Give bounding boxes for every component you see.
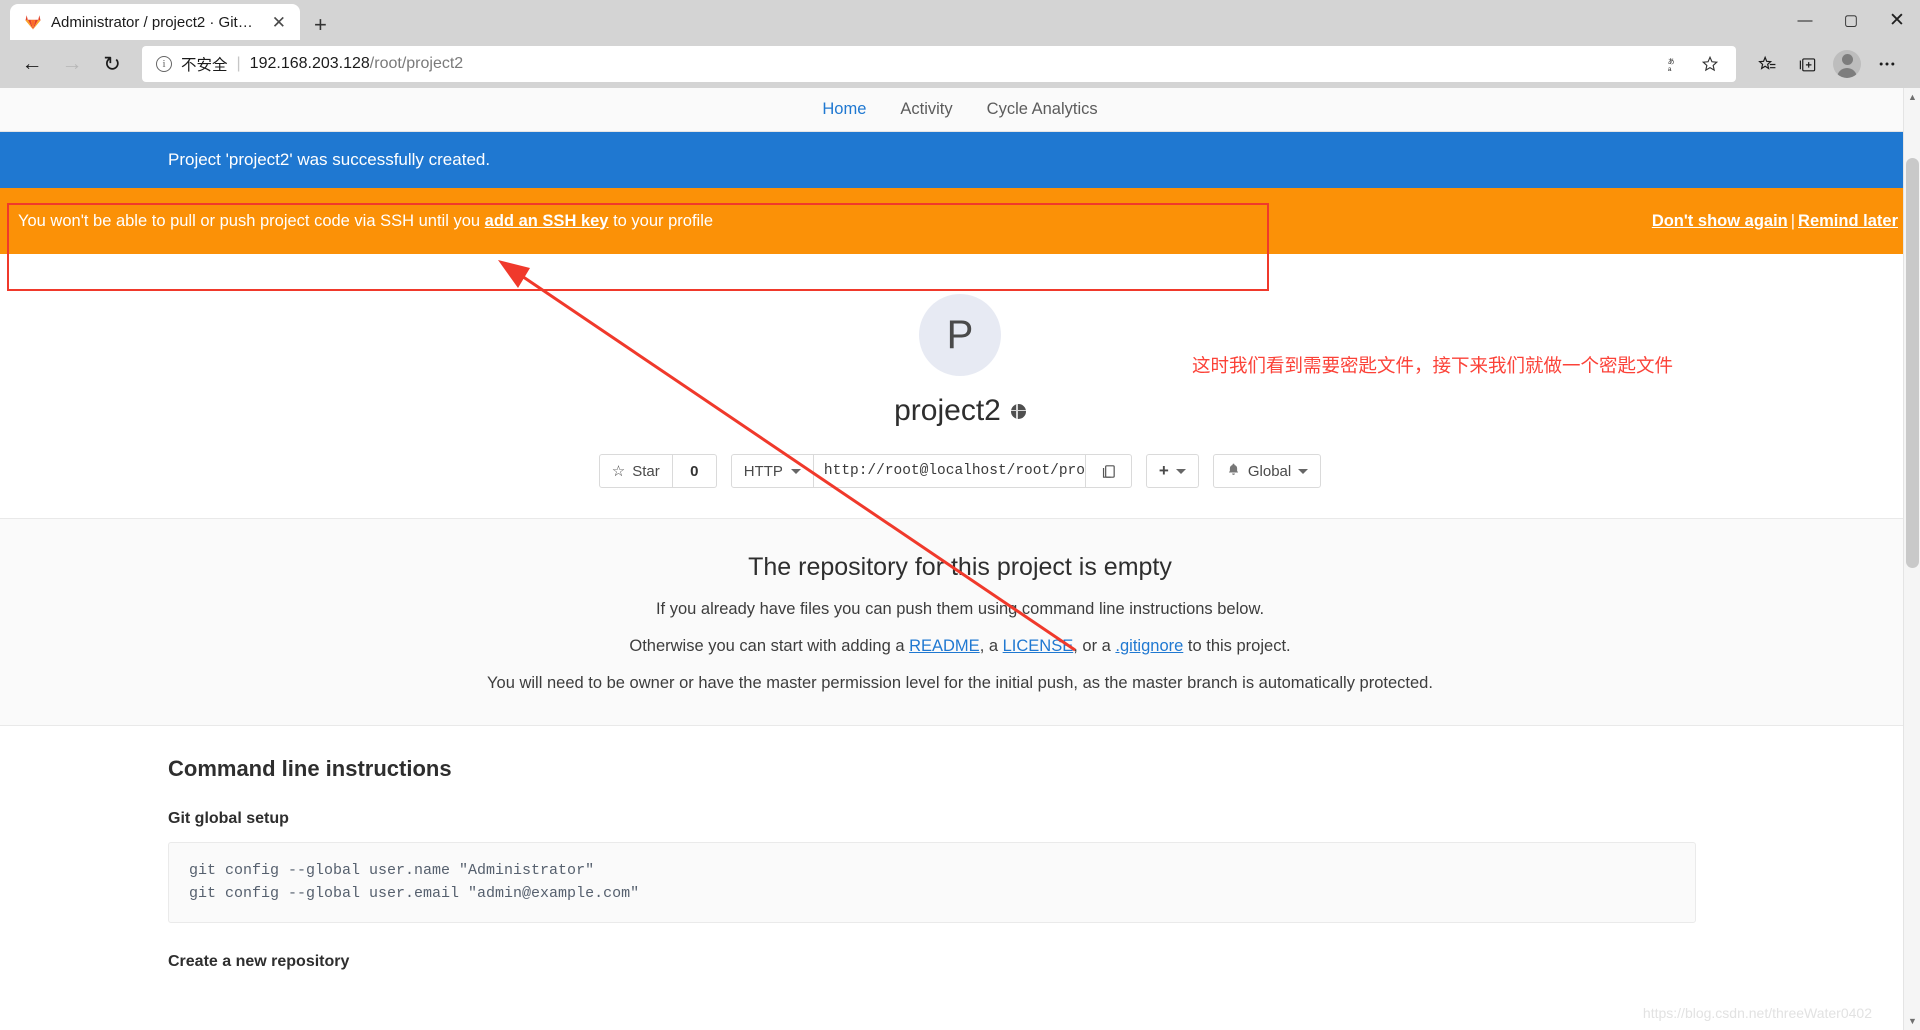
scroll-up-arrow-icon[interactable]: ▲ xyxy=(1904,88,1920,106)
svg-text:あ: あ xyxy=(1668,57,1675,65)
clone-url-group: HTTP http://root@localhost/root/proje xyxy=(730,454,1132,488)
line2-mid2: , or a xyxy=(1073,637,1116,655)
remind-later-link[interactable]: Remind later xyxy=(1798,212,1898,230)
ssh-banner-actions: Don't show again | Remind later xyxy=(1652,212,1898,231)
chevron-down-icon xyxy=(1298,468,1309,474)
browser-toolbar-right xyxy=(1748,46,1906,82)
back-icon[interactable]: ← xyxy=(14,46,50,82)
empty-repo-title: The repository for this project is empty xyxy=(748,553,1172,581)
readme-link[interactable]: README xyxy=(909,637,980,655)
star-button[interactable]: ☆ Star xyxy=(598,454,673,488)
project-header: P project2 xyxy=(0,254,1920,428)
reload-icon[interactable]: ↻ xyxy=(94,46,130,82)
command-line-instructions: Command line instructions Git global set… xyxy=(0,726,1920,971)
tab-close-icon[interactable]: ✕ xyxy=(268,12,290,33)
ssh-text-after: to your profile xyxy=(608,211,714,230)
project-avatar: P xyxy=(919,294,1001,376)
watermark: https://blog.csdn.net/threeWater0402 xyxy=(1642,1005,1872,1021)
browser-tab[interactable]: Administrator / project2 · GitLab ✕ xyxy=(10,4,300,40)
avatar xyxy=(1833,50,1861,78)
security-label: 不安全 xyxy=(181,57,228,74)
empty-repo-line3: You will need to be owner or have the ma… xyxy=(487,674,1433,692)
ellipsis-icon[interactable] xyxy=(1868,46,1906,82)
star-count: 0 xyxy=(672,454,717,488)
window-minimize-button[interactable]: — xyxy=(1782,0,1828,40)
dont-show-again-link[interactable]: Don't show again xyxy=(1652,212,1788,230)
window-controls: — ▢ ✕ xyxy=(1782,0,1920,40)
add-dropdown-button[interactable]: + xyxy=(1145,454,1199,488)
site-info-icon[interactable]: i xyxy=(156,56,172,72)
git-global-setup-code[interactable]: git config --global user.name "Administr… xyxy=(168,842,1696,923)
flash-success-banner: Project 'project2' was successfully crea… xyxy=(0,132,1920,188)
git-global-setup-title: Git global setup xyxy=(168,810,289,827)
project-nav: Home Activity Cycle Analytics xyxy=(0,88,1920,132)
project-avatar-initial: P xyxy=(946,312,974,357)
translate-icon[interactable]: あ a xyxy=(1660,48,1692,80)
tab-title: Administrator / project2 · GitLab xyxy=(51,13,259,31)
project-name: project2 xyxy=(894,394,1001,427)
ssh-actions-separator: | xyxy=(1790,211,1796,230)
project-toolbar: ☆ Star 0 HTTP http://root@localhost/root… xyxy=(0,454,1920,488)
gitignore-link[interactable]: .gitignore xyxy=(1115,637,1183,655)
star-label: Star xyxy=(632,462,660,480)
flash-success-text: Project 'project2' was successfully crea… xyxy=(168,150,491,169)
globe-icon xyxy=(1010,403,1026,419)
clone-url-input[interactable]: http://root@localhost/root/proje xyxy=(813,454,1086,488)
ssh-text-before: You won't be able to pull or push projec… xyxy=(18,211,485,230)
copy-url-button[interactable] xyxy=(1085,454,1132,488)
ssh-banner-message: You won't be able to pull or push projec… xyxy=(18,212,713,231)
cli-title: Command line instructions xyxy=(168,756,452,781)
clone-protocol-dropdown[interactable]: HTTP xyxy=(730,454,814,488)
chevron-down-icon xyxy=(1175,468,1186,474)
line2-suffix: to this project. xyxy=(1183,637,1291,655)
browser-chrome: Administrator / project2 · GitLab ✕ + — … xyxy=(0,0,1920,88)
gitlab-fox-icon xyxy=(24,13,42,31)
empty-repo-line2: Otherwise you can start with adding a RE… xyxy=(0,637,1920,656)
scroll-down-arrow-icon[interactable]: ▼ xyxy=(1904,1012,1920,1030)
add-ssh-key-link[interactable]: add an SSH key xyxy=(485,212,609,230)
nav-item-activity[interactable]: Activity xyxy=(900,100,952,119)
license-link[interactable]: LICENSE xyxy=(1003,637,1074,655)
url-host: 192.168.203.128 xyxy=(249,55,370,72)
address-bar[interactable]: i 不安全 | 192.168.203.128/root/project2 あ … xyxy=(142,46,1736,82)
ssh-key-banner: You won't be able to pull or push projec… xyxy=(0,188,1920,254)
gitlab-page: Home Activity Cycle Analytics Project 'p… xyxy=(0,88,1920,1030)
line2-prefix: Otherwise you can start with adding a xyxy=(629,637,910,655)
star-add-icon[interactable] xyxy=(1694,48,1726,80)
clone-protocol-label: HTTP xyxy=(743,462,783,480)
collections-icon[interactable] xyxy=(1788,46,1826,82)
star-icon: ☆ xyxy=(611,463,626,480)
plus-icon: + xyxy=(1158,461,1169,480)
svg-text:a: a xyxy=(1668,66,1672,73)
tab-strip: Administrator / project2 · GitLab ✕ + xyxy=(0,0,1920,40)
star-button-group: ☆ Star 0 xyxy=(598,454,717,488)
url-text: 192.168.203.128/root/project2 xyxy=(250,55,1651,73)
bell-icon xyxy=(1226,462,1241,481)
line2-mid1: , a xyxy=(979,637,1003,655)
nav-item-home[interactable]: Home xyxy=(822,100,866,119)
favorites-list-icon[interactable] xyxy=(1748,46,1786,82)
notification-dropdown-button[interactable]: Global xyxy=(1212,454,1322,488)
omnibox-actions: あ a xyxy=(1660,48,1726,80)
nav-item-cycle-analytics[interactable]: Cycle Analytics xyxy=(987,100,1098,119)
create-new-repository-title: Create a new repository xyxy=(168,952,350,970)
new-tab-button[interactable]: + xyxy=(300,14,341,40)
profile-avatar-icon[interactable] xyxy=(1828,46,1866,82)
chevron-down-icon xyxy=(790,468,801,474)
forward-icon[interactable]: → xyxy=(54,46,90,82)
annotation-note-chinese: 这时我们看到需要密匙文件，接下来我们就做一个密匙文件 xyxy=(1192,356,1674,377)
url-path: /root/project2 xyxy=(369,55,464,72)
window-maximize-button[interactable]: ▢ xyxy=(1828,0,1874,40)
project-title: project2 xyxy=(894,394,1026,428)
scrollbar-thumb[interactable] xyxy=(1906,158,1919,568)
empty-repository-section: The repository for this project is empty… xyxy=(0,518,1920,726)
notification-label: Global xyxy=(1247,462,1292,480)
window-close-button[interactable]: ✕ xyxy=(1874,0,1920,40)
browser-navbar: ← → ↻ i 不安全 | 192.168.203.128/root/proje… xyxy=(0,40,1920,88)
omnibox-separator: | xyxy=(236,55,241,72)
empty-repo-line1: If you already have files you can push t… xyxy=(655,600,1265,618)
page-scrollbar[interactable]: ▲ ▼ xyxy=(1903,88,1920,1030)
